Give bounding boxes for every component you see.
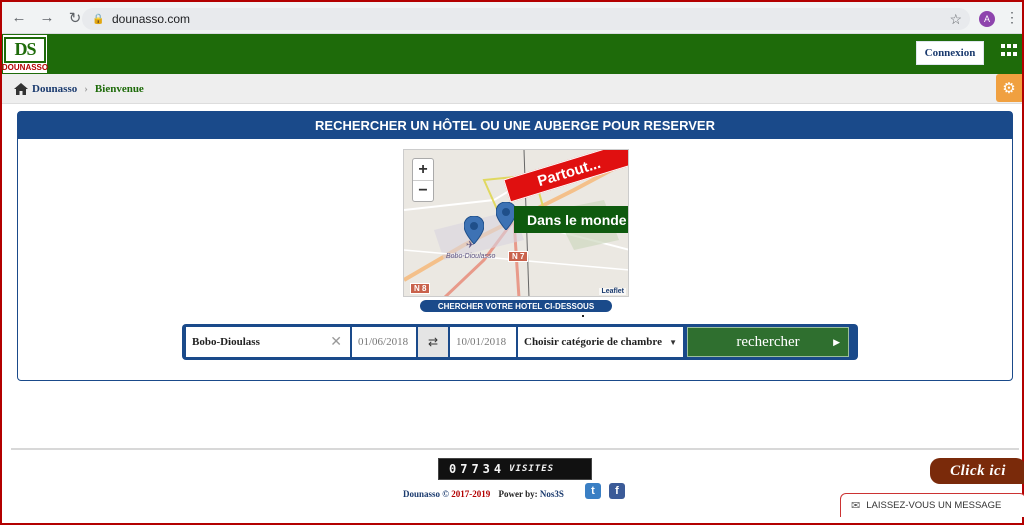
- road-label-n7: N 7: [508, 251, 529, 262]
- click-here-badge[interactable]: Click ici: [930, 458, 1024, 484]
- stray-dot: [582, 315, 584, 317]
- bookmark-star-icon[interactable]: ☆: [949, 11, 962, 28]
- footer-divider: [11, 448, 1019, 450]
- search-submit-label: rechercher: [736, 333, 800, 350]
- lock-icon: 🔒: [92, 13, 105, 25]
- room-category-value: Choisir catégorie de chambre: [524, 336, 662, 348]
- settings-gear-icon[interactable]: ⚙: [996, 74, 1022, 102]
- leave-message-button[interactable]: ✉ LAISSEZ-VOUS UN MESSAGE: [840, 493, 1024, 517]
- leave-message-label: LAISSEZ-VOUS UN MESSAGE: [866, 500, 1002, 511]
- footer-powered-by: Power by:: [498, 489, 538, 499]
- promo-banner-monde: Dans le monde: [514, 206, 628, 233]
- site-logo[interactable]: DS DOUNASSO: [2, 34, 48, 74]
- login-button[interactable]: Connexion: [916, 41, 984, 65]
- room-category-select[interactable]: Choisir catégorie de chambre ▼: [518, 327, 683, 357]
- footer-copyright: Dounasso © 2017-2019 Power by: Nos3S: [403, 489, 564, 499]
- breadcrumb-current: Bienvenue: [94, 82, 144, 95]
- map-zoom-control: + −: [412, 158, 434, 202]
- zoom-out-button[interactable]: −: [413, 180, 433, 201]
- chevron-down-icon: ▼: [669, 337, 677, 347]
- site-header: DS DOUNASSO Connexion: [2, 34, 1022, 74]
- city-input[interactable]: Bobo-Dioulass ✕: [186, 327, 350, 357]
- breadcrumb-home-link[interactable]: Dounasso: [32, 83, 77, 95]
- map-city-label: Bobo-Dioulasso: [446, 253, 496, 260]
- facebook-icon[interactable]: f: [609, 483, 625, 499]
- visit-counter: 07734 VISITES: [438, 458, 592, 480]
- hotel-search-panel: RECHERCHER UN HÔTEL OU UNE AUBERGE POUR …: [17, 111, 1013, 381]
- browser-toolbar: ← → ↻ 🔒 dounasso.com ☆ A ⋮: [2, 2, 1022, 34]
- forward-arrow-icon[interactable]: →: [36, 7, 58, 29]
- profile-avatar[interactable]: A: [979, 11, 995, 27]
- footer-powered-name[interactable]: Nos3S: [540, 489, 564, 499]
- breadcrumb-separator-icon: ›: [84, 82, 88, 95]
- logo-mark: DS: [4, 36, 46, 63]
- city-input-value: Bobo-Dioulass: [192, 336, 260, 348]
- search-submit-button[interactable]: rechercher ▶: [687, 327, 849, 357]
- play-arrow-icon: ▶: [833, 336, 840, 347]
- chat-icon: ✉: [851, 500, 861, 512]
- address-bar[interactable]: 🔒 dounasso.com ☆: [82, 8, 970, 30]
- logo-text: DOUNASSO: [1, 62, 49, 72]
- breadcrumb: Dounasso › Bienvenue: [2, 74, 1022, 104]
- browser-menu-icon[interactable]: ⋮: [1005, 10, 1019, 24]
- address-url: dounasso.com: [112, 12, 191, 26]
- swap-dates-icon[interactable]: ⇄: [418, 327, 448, 357]
- airport-icon: ✈: [466, 240, 475, 251]
- apps-grid-icon[interactable]: [1001, 44, 1017, 58]
- clear-icon[interactable]: ✕: [330, 334, 342, 351]
- panel-title: RECHERCHER UN HÔTEL OU UNE AUBERGE POUR …: [18, 112, 1012, 139]
- zoom-in-button[interactable]: +: [413, 159, 433, 180]
- visit-counter-digits: 07734: [449, 462, 506, 476]
- footer-years: 2017-2019: [451, 489, 491, 499]
- back-arrow-icon[interactable]: ←: [8, 7, 30, 29]
- map-marker-icon[interactable]: [496, 202, 516, 230]
- checkout-date-input[interactable]: 10/01/2018: [450, 327, 516, 357]
- search-ribbon: CHERCHER VOTRE HOTEL CI-DESSOUS: [420, 300, 612, 312]
- footer-brand: Dounasso ©: [403, 489, 449, 499]
- map-attribution-link[interactable]: Leaflet: [599, 288, 626, 295]
- visit-counter-label: VISITES: [509, 464, 555, 474]
- search-form: Bobo-Dioulass ✕ 01/06/2018 ⇄ 10/01/2018 …: [182, 324, 858, 360]
- road-label-n8: N 8: [410, 283, 431, 294]
- home-icon: [14, 82, 28, 95]
- map-view[interactable]: + − ✈ Bobo-Dioulasso N 7 N 8 Partout... …: [403, 149, 629, 297]
- checkin-date-input[interactable]: 01/06/2018: [352, 327, 416, 357]
- twitter-icon[interactable]: t: [585, 483, 601, 499]
